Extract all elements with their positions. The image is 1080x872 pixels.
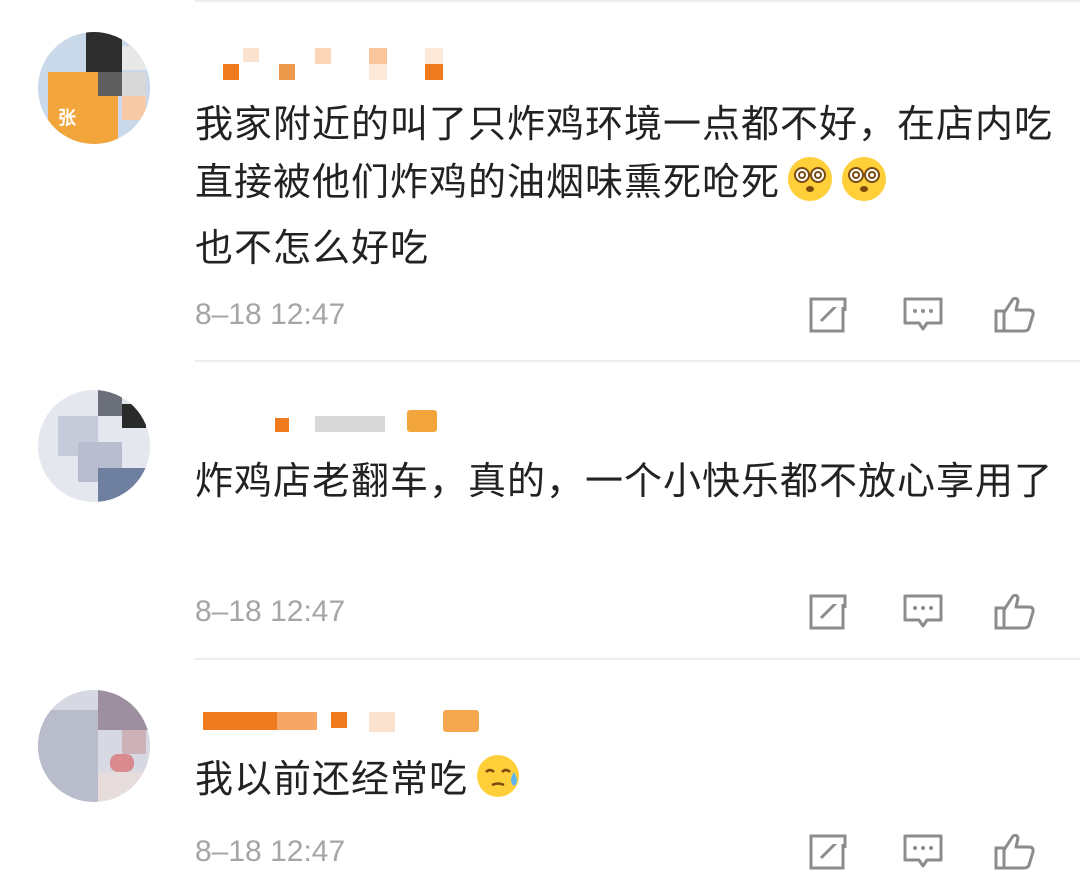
- comment-text: 我以前还经常吃: [195, 750, 1055, 816]
- comment-icon[interactable]: [901, 295, 945, 335]
- comment-time: 8–18 12:47: [195, 595, 346, 628]
- username-redacted[interactable]: [195, 400, 455, 436]
- comment-item: 我以前还经常吃 8–18 12:47: [0, 660, 1080, 870]
- comment-time: 8–18 12:47: [195, 298, 346, 331]
- comment-text: 炸鸡店老翻车，真的，一个小快乐都不放心享用了: [195, 452, 1055, 510]
- thumbs-up-icon[interactable]: [993, 592, 1037, 632]
- comment-icon[interactable]: [901, 592, 945, 632]
- sweat-face-emoji: [474, 750, 524, 816]
- comment-text-tail: 也不怎么好吃: [195, 226, 430, 270]
- avatar[interactable]: 张: [38, 32, 150, 144]
- repost-icon[interactable]: [807, 832, 851, 872]
- username-redacted[interactable]: [195, 704, 495, 740]
- comment-time: 8–18 12:47: [195, 835, 346, 868]
- comment-text-body: 我以前还经常吃: [195, 757, 469, 801]
- repost-icon[interactable]: [807, 592, 851, 632]
- comment-meta: 8–18 12:47: [195, 832, 1055, 872]
- repost-icon[interactable]: [807, 295, 851, 335]
- comment-text: 我家附近的叫了只炸鸡环境一点都不好，在店内吃直接被他们炸鸡的油烟味熏死呛死 也不…: [195, 95, 1055, 277]
- comment-item: 炸鸡店老翻车，真的，一个小快乐都不放心享用了 8–18 12:47: [0, 362, 1080, 658]
- avatar-caption: 张: [58, 108, 76, 129]
- avatar[interactable]: [38, 690, 150, 802]
- username-redacted[interactable]: [195, 46, 495, 82]
- comment-item: 张 我家附近的叫了只炸鸡环境一点都不好，在店内吃直接被他们炸鸡的油烟味熏死呛死 …: [0, 0, 1080, 360]
- thumbs-up-icon[interactable]: [993, 295, 1037, 335]
- comment-meta: 8–18 12:47: [195, 592, 1055, 632]
- avatar[interactable]: [38, 390, 150, 502]
- comment-meta: 8–18 12:47: [195, 295, 1055, 335]
- comment-text-body: 炸鸡店老翻车，真的，一个小快乐都不放心享用了: [195, 459, 1054, 503]
- dizzy-face-emoji: [840, 155, 888, 219]
- comment-icon[interactable]: [901, 832, 945, 872]
- thumbs-up-icon[interactable]: [993, 832, 1037, 872]
- comment-text-body: 我家附近的叫了只炸鸡环境一点都不好，在店内吃直接被他们炸鸡的油烟味熏死呛死: [195, 102, 1054, 204]
- dizzy-face-emoji: [786, 155, 834, 219]
- vip-badge-icon: [443, 710, 479, 732]
- vip-badge-icon: [407, 410, 437, 432]
